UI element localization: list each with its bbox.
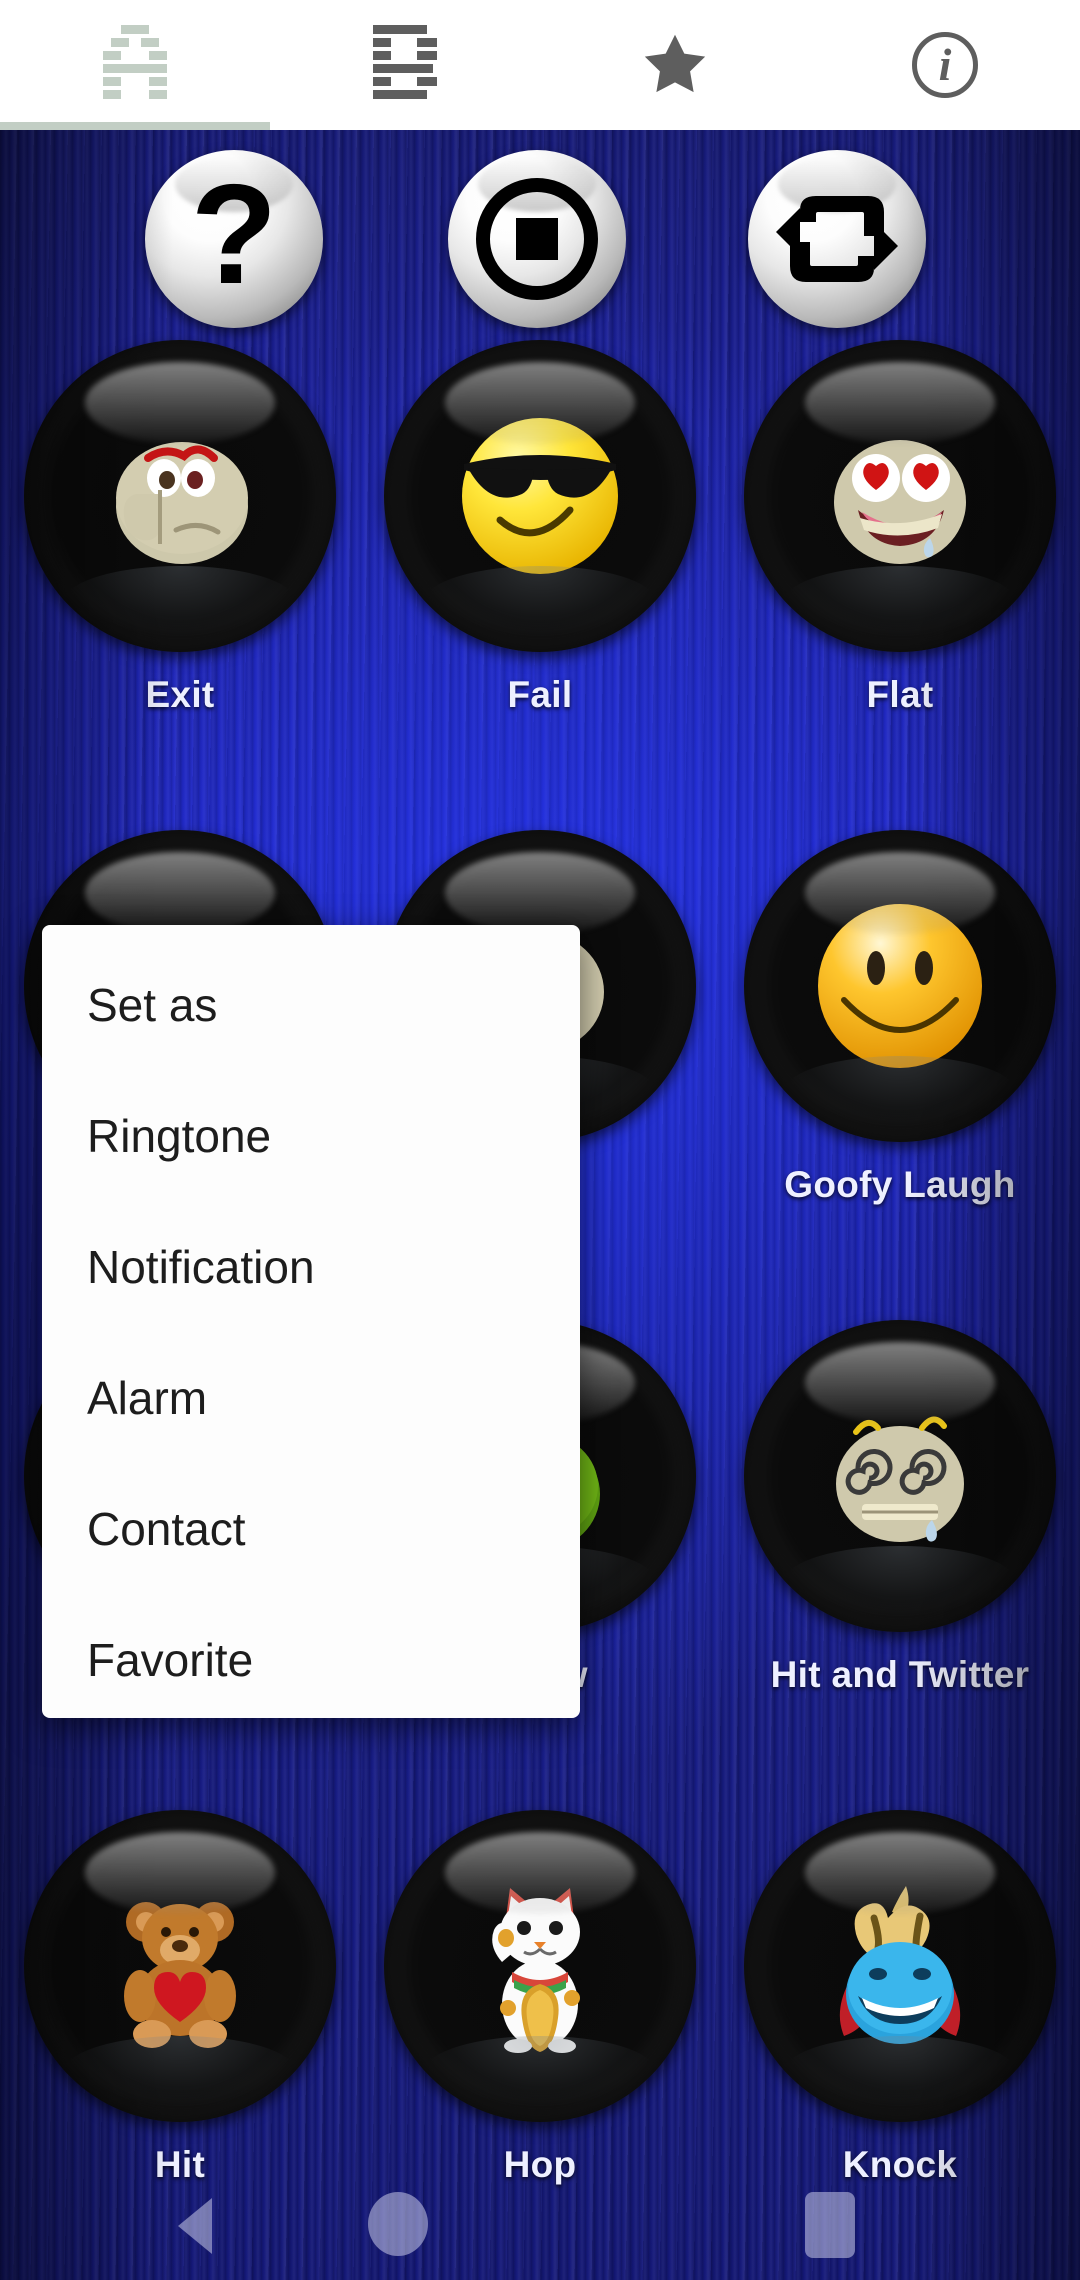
sound-pad[interactable] bbox=[24, 340, 336, 652]
sound-pad[interactable] bbox=[744, 340, 1056, 652]
sound-label: Goofy Laugh bbox=[784, 1164, 1016, 1205]
grumpy-face-icon bbox=[90, 406, 270, 586]
stop-icon bbox=[476, 178, 598, 300]
repeat-button[interactable] bbox=[748, 150, 926, 328]
help-button[interactable]: ? bbox=[145, 150, 323, 328]
sound-label: Flat bbox=[866, 674, 934, 715]
tab-favorites[interactable] bbox=[540, 0, 810, 130]
sound-label: Knock bbox=[842, 2144, 958, 2185]
stop-button[interactable] bbox=[448, 150, 626, 328]
sound-button-flat[interactable]: Flat bbox=[720, 340, 1080, 830]
info-icon: i bbox=[912, 32, 978, 98]
sound-pad[interactable] bbox=[744, 830, 1056, 1142]
tab-sounds-b[interactable] bbox=[270, 0, 540, 130]
sound-button-exit[interactable]: Exit bbox=[0, 340, 360, 830]
tab-indicator-inactive-b bbox=[270, 122, 540, 130]
smiley-face-icon bbox=[810, 896, 990, 1076]
letter-a-icon bbox=[99, 25, 171, 105]
sound-label: Fail bbox=[507, 674, 573, 715]
sound-pad[interactable] bbox=[24, 1810, 336, 2122]
tab-sounds-a[interactable] bbox=[0, 0, 270, 130]
blue-creature-icon bbox=[810, 1876, 990, 2056]
tab-indicator-inactive-info bbox=[810, 122, 1080, 130]
menu-item-notification[interactable]: Notification bbox=[42, 1201, 580, 1332]
sound-pad[interactable] bbox=[384, 340, 696, 652]
sound-button-knock[interactable]: Knock bbox=[720, 1810, 1080, 2280]
active-tab-indicator bbox=[0, 122, 270, 130]
sound-label: Hit bbox=[154, 2144, 206, 2185]
sound-row: Exit Fail Flat bbox=[0, 340, 1080, 830]
recents-nav-hint[interactable] bbox=[805, 2192, 855, 2258]
sound-button-goofy-laugh[interactable]: Goofy Laugh bbox=[720, 830, 1080, 1320]
lucky-cat-icon bbox=[450, 1876, 630, 2056]
soundboard-panel: ? Exit Fail Flat Goofy Laugh Hit and Twi… bbox=[0, 130, 1080, 2280]
menu-item-ringtone[interactable]: Ringtone bbox=[42, 1070, 580, 1201]
tab-info[interactable]: i bbox=[810, 0, 1080, 130]
sound-button-hit-bear[interactable]: Hit bbox=[0, 1810, 360, 2280]
sound-label: Hop bbox=[503, 2144, 577, 2185]
transport-row: ? bbox=[0, 150, 1080, 340]
question-mark-icon: ? bbox=[190, 155, 278, 314]
sound-label: Hit and Twitter bbox=[770, 1654, 1030, 1695]
sunglasses-smiley-icon bbox=[450, 406, 630, 586]
sound-pad[interactable] bbox=[384, 1810, 696, 2122]
teddy-bear-icon bbox=[90, 1876, 270, 2056]
star-icon bbox=[644, 34, 706, 93]
menu-item-contact[interactable]: Contact bbox=[42, 1463, 580, 1594]
tab-bar: i bbox=[0, 0, 1080, 130]
tab-indicator-inactive-star bbox=[540, 122, 810, 130]
sound-pad[interactable] bbox=[744, 1320, 1056, 1632]
sound-label: Exit bbox=[145, 674, 215, 715]
heart-eyes-face-icon bbox=[810, 406, 990, 586]
letter-b-icon bbox=[369, 25, 441, 105]
sound-pad[interactable] bbox=[744, 1810, 1056, 2122]
menu-item-favorite[interactable]: Favorite bbox=[42, 1594, 580, 1725]
context-menu: Set as Ringtone Notification Alarm Conta… bbox=[42, 925, 580, 1718]
sound-button-hit-and-twitter[interactable]: Hit and Twitter bbox=[720, 1320, 1080, 1810]
repeat-icon bbox=[776, 196, 898, 282]
sound-button-fail[interactable]: Fail bbox=[360, 340, 720, 830]
home-nav-hint[interactable] bbox=[368, 2192, 428, 2256]
menu-item-set-as[interactable]: Set as bbox=[42, 939, 580, 1070]
dizzy-face-icon bbox=[810, 1386, 990, 1566]
menu-item-alarm[interactable]: Alarm bbox=[42, 1332, 580, 1463]
sound-row: Hit Hop Knock bbox=[0, 1810, 1080, 2280]
